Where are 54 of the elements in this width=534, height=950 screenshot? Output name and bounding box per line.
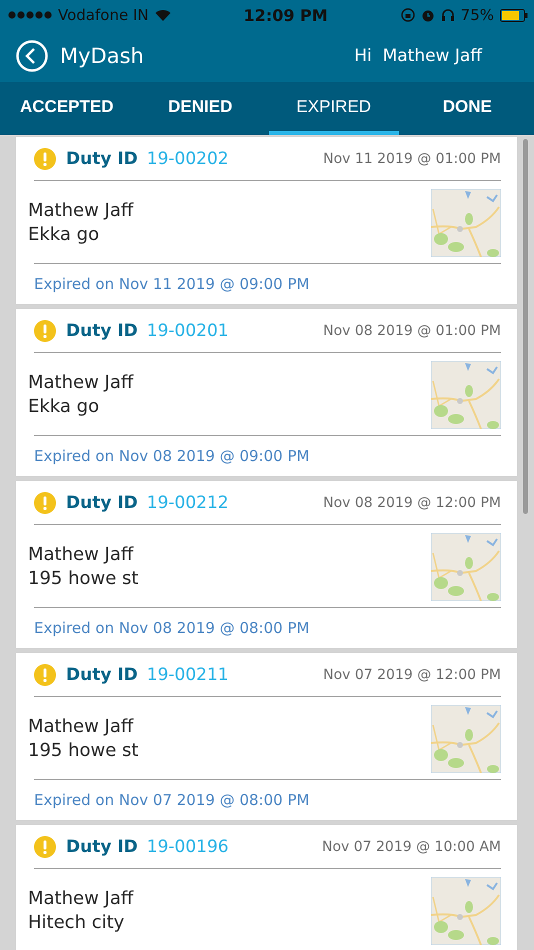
expiry-text: Expired on Nov 08 2019 @ 08:00 PM — [34, 619, 310, 637]
alarm-icon — [420, 8, 435, 22]
duty-id: 19-00211 — [146, 664, 230, 684]
warning-icon — [34, 320, 56, 342]
duty-card[interactable]: Duty ID 19-00201 Nov 08 2019 @ 01:00 PM Mathew Jaff Ekka go Expired on Nov 08 2019 @ 09:00 PM — [16, 309, 517, 476]
expiry-text: Expired on Nov 08 2019 @ 09:00 PM — [34, 447, 310, 465]
rotation-lock-icon — [400, 8, 415, 22]
location: 195 howe st — [28, 567, 138, 591]
clock-time: 12:09 PM — [242, 6, 329, 24]
greeting: Hi Mathew Jaff — [354, 46, 482, 66]
tab[interactable]: DENIED — [136, 82, 265, 135]
duty-card[interactable]: Duty ID 19-00202 Nov 11 2019 @ 01:00 PM Mathew Jaff Ekka go Expired on Nov 11 2019 @ 09:00 PM — [16, 137, 517, 304]
app-title: MyDash — [60, 44, 145, 68]
duty-id: 19-00202 — [146, 148, 230, 168]
battery-icon — [500, 8, 528, 22]
scheduled-time: Nov 08 2019 @ 12:00 PM — [323, 494, 501, 510]
person-name: Mathew Jaff — [28, 371, 134, 395]
scheduled-time: Nov 07 2019 @ 10:00 AM — [322, 838, 501, 854]
tab[interactable]: ACCEPTED — [2, 82, 132, 135]
person-name: Mathew Jaff — [28, 715, 135, 739]
signal-icon — [8, 11, 52, 19]
location: Ekka go — [28, 223, 100, 247]
duty-id-label: Duty ID — [66, 836, 138, 856]
expiry-text: Expired on Nov 07 2019 @ 08:00 PM — [34, 791, 310, 809]
duty-card[interactable]: Duty ID 19-00212 Nov 08 2019 @ 12:00 PM Mathew Jaff 195 howe st Expired on Nov 08 2019 @ 08:00 PM — [16, 481, 517, 648]
warning-icon — [34, 492, 56, 514]
warning-icon — [34, 836, 56, 858]
location: 195 howe st — [28, 739, 138, 763]
duty-id-label: Duty ID — [66, 148, 138, 168]
scheduled-time: Nov 08 2019 @ 01:00 PM — [323, 322, 501, 338]
back-icon[interactable] — [16, 40, 48, 72]
person-name: Mathew Jaff — [28, 887, 134, 911]
duty-id: 19-00196 — [146, 836, 230, 856]
warning-icon — [34, 148, 56, 170]
duty-id-label: Duty ID — [66, 492, 138, 512]
duty-id-label: Duty ID — [66, 664, 138, 684]
carrier-name: Vodafone IN — [58, 6, 149, 24]
expiry-text: Expired on Nov 11 2019 @ 09:00 PM — [34, 275, 310, 293]
duty-card[interactable]: Duty ID 19-00196 Nov 07 2019 @ 10:00 AM Mathew Jaff Hitech city — [16, 825, 517, 950]
scheduled-time: Nov 07 2019 @ 12:00 PM — [323, 666, 501, 682]
person-name: Mathew Jaff — [28, 199, 134, 223]
headphones-icon — [440, 8, 455, 22]
warning-icon — [34, 664, 56, 686]
duty-id: 19-00201 — [146, 320, 230, 340]
tab[interactable]: DONE — [402, 82, 532, 135]
duty-id-label: Duty ID — [66, 320, 138, 340]
wifi-icon — [154, 9, 171, 21]
battery-percent: 75% — [460, 6, 494, 24]
duty-id: 19-00212 — [146, 492, 230, 512]
scheduled-time: Nov 11 2019 @ 01:00 PM — [323, 150, 501, 166]
location: Hitech city — [28, 911, 126, 935]
duty-card[interactable]: Duty ID 19-00211 Nov 07 2019 @ 12:00 PM Mathew Jaff 195 howe st Expired on Nov 07 2019 @ 08:00 PM — [16, 653, 517, 820]
person-name: Mathew Jaff — [28, 543, 135, 567]
location: Ekka go — [28, 395, 100, 419]
